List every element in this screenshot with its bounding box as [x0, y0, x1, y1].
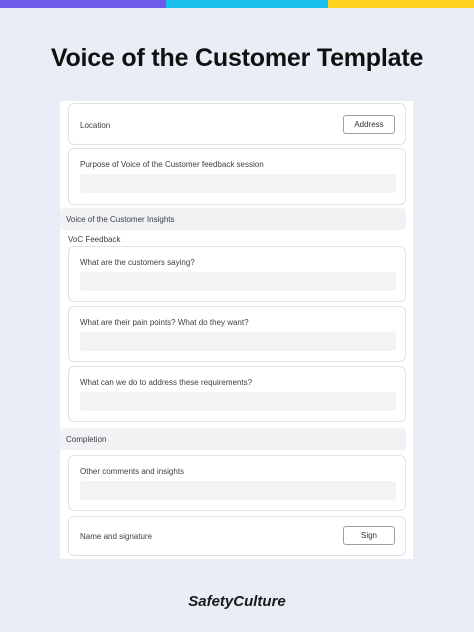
signature-card: Name and signature Sign [68, 516, 406, 556]
question-label-saying: What are the customers saying? [80, 258, 195, 267]
purpose-card: Purpose of Voice of the Customer feedbac… [68, 148, 406, 205]
address-button[interactable]: Address [343, 115, 395, 134]
section-header-insights: Voice of the Customer Insights [60, 208, 406, 230]
top-bar-purple-segment [0, 0, 166, 8]
page-title: Voice of the Customer Template [50, 44, 424, 72]
answer-input-address-requirements[interactable] [80, 392, 396, 411]
brand-logo: SafetyCulture [188, 593, 286, 610]
sign-button[interactable]: Sign [343, 526, 395, 545]
signature-label: Name and signature [80, 532, 153, 541]
purpose-input[interactable] [80, 174, 396, 193]
purpose-label: Purpose of Voice of the Customer feedbac… [80, 160, 264, 169]
comments-input[interactable] [80, 481, 396, 500]
section-header-completion: Completion [60, 428, 406, 450]
location-label: Location [80, 121, 111, 130]
top-bar-blue-segment [166, 0, 328, 8]
comments-card: Other comments and insights [68, 455, 406, 511]
question-card-pain-points: What are their pain points? What do they… [68, 306, 406, 362]
comments-label: Other comments and insights [80, 467, 185, 476]
location-card: Location Address [68, 103, 406, 145]
template-sheet: Location Address Purpose of Voice of the… [60, 101, 413, 559]
question-card-saying: What are the customers saying? [68, 246, 406, 302]
top-color-bar [0, 0, 474, 8]
question-label-pain-points: What are their pain points? What do they… [80, 318, 249, 327]
subsection-label-voc-feedback: VoC Feedback [68, 235, 121, 244]
answer-input-saying[interactable] [80, 272, 396, 291]
answer-input-pain-points[interactable] [80, 332, 396, 351]
top-bar-yellow-segment [328, 0, 474, 8]
question-card-address-requirements: What can we do to address these requirem… [68, 366, 406, 422]
question-label-address-requirements: What can we do to address these requirem… [80, 378, 253, 387]
